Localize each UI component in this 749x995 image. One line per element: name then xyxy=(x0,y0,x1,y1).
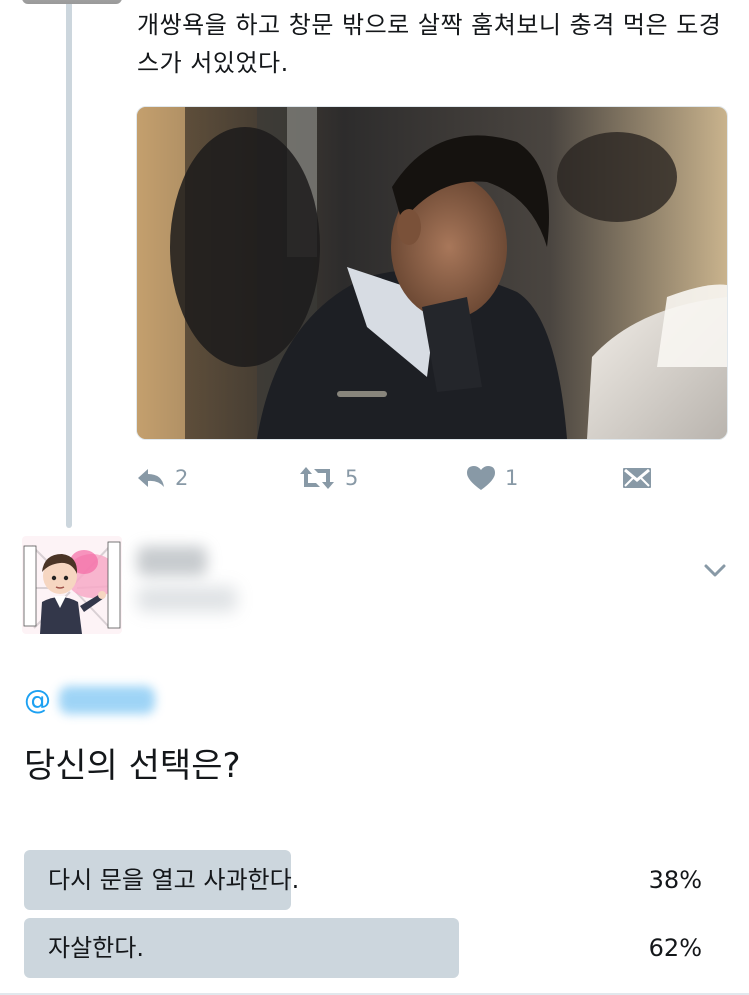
more-options-chevron-down-icon[interactable] xyxy=(702,557,728,587)
poll-option: 자살한다. 62% xyxy=(24,918,726,978)
mention-handle-redacted[interactable] xyxy=(59,686,155,714)
direct-message-button[interactable] xyxy=(622,460,652,496)
like-icon xyxy=(466,465,496,491)
previous-avatar[interactable] xyxy=(22,0,122,4)
retweet-icon xyxy=(298,465,336,491)
tweet-text: 개쌍욕을 하고 창문 밖으로 살짝 훔쳐보니 충격 먹은 도경스가 서있었다. xyxy=(137,11,722,77)
poll-option-percent: 38% xyxy=(648,866,702,894)
tweet-actions-bar: 2 5 1 xyxy=(136,460,676,496)
reply-author-handle-redacted[interactable] xyxy=(137,586,237,612)
retweet-count: 5 xyxy=(345,466,359,490)
cartoon-avatar-illustration xyxy=(22,536,122,634)
poll-question: 당신의 선택은? xyxy=(24,746,241,786)
retweet-button[interactable]: 5 xyxy=(298,460,358,496)
tweet-media-photo[interactable] xyxy=(136,106,728,440)
like-button[interactable]: 1 xyxy=(466,460,518,496)
reply-button[interactable]: 2 xyxy=(136,460,188,496)
reply-author-name-redacted[interactable] xyxy=(137,546,207,576)
poll-option: 다시 문을 열고 사과한다. 38% xyxy=(24,850,726,910)
poll-option-label: 다시 문을 열고 사과한다. xyxy=(48,866,300,894)
reply-icon xyxy=(136,466,166,490)
thread-connector-line xyxy=(66,0,72,528)
reply-mention[interactable]: @ xyxy=(24,680,155,720)
reply-count: 2 xyxy=(175,466,189,490)
direct-message-icon xyxy=(622,466,652,490)
like-count: 1 xyxy=(505,466,519,490)
poll-option-percent: 62% xyxy=(648,934,702,962)
poll-option-label: 자살한다. xyxy=(48,934,144,962)
photo-illustration xyxy=(137,107,727,439)
reply-author-avatar[interactable] xyxy=(22,536,122,634)
mention-at-symbol: @ xyxy=(24,684,51,716)
